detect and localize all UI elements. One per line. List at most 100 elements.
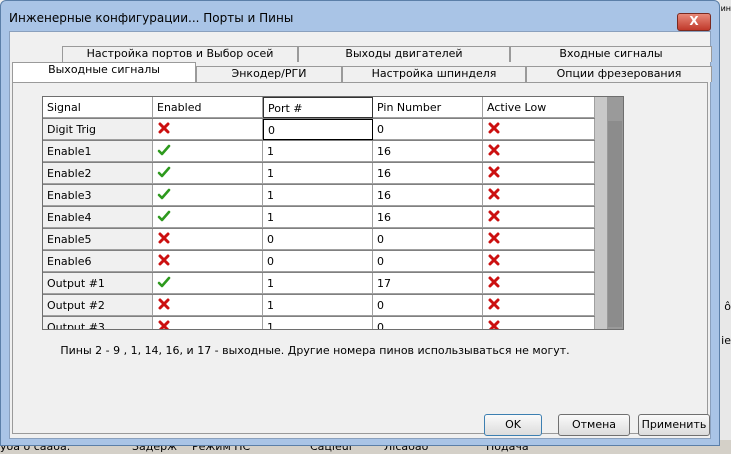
cancel-button[interactable]: Отмена [558, 414, 630, 436]
red-x-icon [487, 297, 501, 311]
port-cell[interactable]: 0 [263, 251, 373, 272]
pin-cell[interactable]: 0 [373, 317, 483, 329]
pin-cell[interactable]: 17 [373, 273, 483, 294]
signal-cell: Output #3 [43, 317, 153, 329]
red-x-icon [487, 209, 501, 223]
enabled-cell[interactable] [153, 141, 263, 162]
active-low-cell[interactable] [483, 317, 595, 329]
signals-grid[interactable]: Signal Enabled Port # Pin Number Active … [42, 96, 624, 330]
enabled-cell[interactable] [153, 207, 263, 228]
active-low-cell[interactable] [483, 273, 595, 294]
active-low-cell[interactable] [483, 295, 595, 316]
vertical-scrollbar[interactable] [607, 97, 623, 329]
active-low-cell[interactable] [483, 119, 595, 140]
signal-cell: Digit Trig [43, 119, 153, 140]
port-cell[interactable]: 1 [263, 185, 373, 206]
enabled-cell[interactable] [153, 119, 263, 140]
signal-cell: Enable1 [43, 141, 153, 162]
port-cell[interactable]: 1 [263, 317, 373, 329]
table-row[interactable]: Output #2 1 0 [43, 295, 595, 317]
tab-mill-options[interactable]: Опции фрезерования [526, 66, 712, 82]
enabled-cell[interactable] [153, 229, 263, 250]
grid-empty-area [595, 97, 607, 329]
signal-cell: Enable3 [43, 185, 153, 206]
green-check-icon [157, 187, 171, 201]
table-row[interactable]: Output #1 1 17 [43, 273, 595, 295]
pin-cell[interactable]: 0 [373, 295, 483, 316]
tab-spindle-setup[interactable]: Настройка шпинделя [342, 66, 526, 82]
column-header-signal[interactable]: Signal [43, 97, 153, 118]
signal-cell: Enable2 [43, 163, 153, 184]
red-x-icon [157, 121, 171, 135]
active-low-cell[interactable] [483, 141, 595, 162]
tab-encoder-mpg[interactable]: Энкодер/РГИ [196, 66, 342, 82]
green-check-icon [157, 143, 171, 157]
tab-port-setup[interactable]: Настройка портов и Выбор осей [62, 46, 298, 62]
column-header-active-low[interactable]: Active Low [483, 97, 595, 118]
active-low-cell[interactable] [483, 207, 595, 228]
table-row[interactable]: Enable6 0 0 [43, 251, 595, 273]
table-row[interactable]: Enable1 1 16 [43, 141, 595, 163]
signal-cell: Output #2 [43, 295, 153, 316]
pin-cell[interactable]: 16 [373, 141, 483, 162]
ok-button[interactable]: OK [484, 414, 542, 436]
green-check-icon [157, 275, 171, 289]
config-dialog: Инженерные конфигурации... Порты и Пины … [0, 0, 720, 446]
tab-input-signals[interactable]: Входные сигналы [510, 46, 712, 62]
pin-cell[interactable]: 0 [373, 119, 483, 140]
column-header-pin[interactable]: Pin Number [373, 97, 483, 118]
port-cell[interactable]: 0 [263, 229, 373, 250]
enabled-cell[interactable] [153, 295, 263, 316]
signal-cell: Enable5 [43, 229, 153, 250]
red-x-icon [157, 319, 171, 329]
enabled-cell[interactable] [153, 251, 263, 272]
port-cell[interactable]: 1 [263, 163, 373, 184]
pin-cell[interactable]: 16 [373, 185, 483, 206]
red-x-icon [487, 253, 501, 267]
table-row[interactable]: Digit Trig 0 0 [43, 119, 595, 141]
title-bar[interactable]: Инженерные конфигурации... Порты и Пины … [1, 1, 719, 31]
close-icon: X [689, 14, 699, 28]
enabled-cell[interactable] [153, 163, 263, 184]
pin-cell[interactable]: 16 [373, 207, 483, 228]
active-low-cell[interactable] [483, 229, 595, 250]
column-header-enabled[interactable]: Enabled [153, 97, 263, 118]
table-row[interactable]: Output #3 1 0 [43, 317, 595, 329]
table-row[interactable]: Enable2 1 16 [43, 163, 595, 185]
port-cell[interactable]: 1 [263, 295, 373, 316]
pin-cell[interactable]: 16 [373, 163, 483, 184]
table-row[interactable]: Enable4 1 16 [43, 207, 595, 229]
enabled-cell[interactable] [153, 317, 263, 329]
red-x-icon [157, 231, 171, 245]
port-cell[interactable]: 1 [263, 141, 373, 162]
enabled-cell[interactable] [153, 273, 263, 294]
table-row[interactable]: Enable3 1 16 [43, 185, 595, 207]
signal-cell: Output #1 [43, 273, 153, 294]
active-low-cell[interactable] [483, 251, 595, 272]
port-cell[interactable]: 1 [263, 273, 373, 294]
window-title: Инженерные конфигурации... Порты и Пины [9, 11, 294, 25]
column-header-port[interactable]: Port # [263, 97, 373, 118]
pins-note: Пины 2 - 9 , 1, 14, 16, и 17 - выходные.… [60, 344, 570, 357]
dialog-client-area: Настройка портов и Выбор осей Выходы дви… [9, 31, 712, 439]
active-low-cell[interactable] [483, 163, 595, 184]
pin-cell[interactable]: 0 [373, 251, 483, 272]
enabled-cell[interactable] [153, 185, 263, 206]
close-button[interactable]: X [677, 13, 711, 31]
red-x-icon [487, 187, 501, 201]
tab-motor-outputs[interactable]: Выходы двигателей [298, 46, 510, 62]
scrollbar-thumb[interactable] [608, 121, 622, 327]
background-app-right: Манин ô ie [704, 0, 731, 454]
green-check-icon [157, 209, 171, 223]
port-cell[interactable]: 0 [263, 119, 373, 140]
red-x-icon [157, 297, 171, 311]
pin-cell[interactable]: 0 [373, 229, 483, 250]
table-row[interactable]: Enable5 0 0 [43, 229, 595, 251]
bg-text: ô [724, 300, 731, 313]
tab-output-signals[interactable]: Выходные сигналы [12, 62, 196, 82]
port-cell[interactable]: 1 [263, 207, 373, 228]
active-low-cell[interactable] [483, 185, 595, 206]
signal-cell: Enable4 [43, 207, 153, 228]
apply-button[interactable]: Применить [638, 414, 710, 436]
red-x-icon [487, 121, 501, 135]
